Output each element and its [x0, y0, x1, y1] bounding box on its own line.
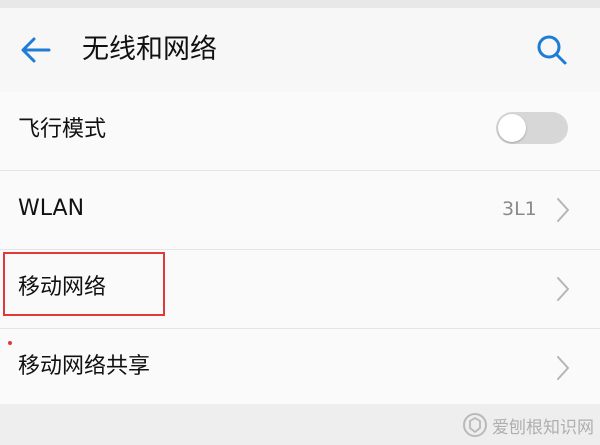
- back-button[interactable]: [16, 30, 56, 70]
- toggle-knob: [498, 114, 526, 142]
- search-button[interactable]: [532, 30, 572, 70]
- chevron-right-icon: [557, 277, 569, 301]
- watermark: 爱刨根知识网: [462, 410, 596, 440]
- airplane-mode-label: 飞行模式: [18, 117, 107, 142]
- arrow-left-icon: [21, 37, 51, 63]
- wlan-network-name: 3L1: [502, 198, 537, 220]
- airplane-mode-toggle[interactable]: [496, 112, 568, 144]
- chevron-right-icon: [557, 198, 569, 222]
- chevron-right-icon: [557, 356, 569, 380]
- search-icon: [537, 35, 567, 65]
- mobile-network-label: 移动网络: [18, 275, 107, 300]
- page-title: 无线和网络: [82, 34, 217, 65]
- tethering-row[interactable]: 移动网络共享: [0, 328, 600, 407]
- mobile-network-row[interactable]: 移动网络: [0, 249, 600, 328]
- wlan-row[interactable]: WLAN 3L1: [0, 170, 600, 249]
- status-bar-strip: [0, 0, 600, 8]
- wlan-label: WLAN: [18, 196, 85, 221]
- watermark-logo-icon: [463, 413, 487, 437]
- settings-list: 飞行模式 WLAN 3L1 移动网络 移动网络共享: [0, 92, 600, 407]
- tethering-label: 移动网络共享: [18, 354, 151, 379]
- annotation-dot: [8, 341, 12, 345]
- app-header: 无线和网络: [0, 8, 600, 92]
- airplane-mode-row[interactable]: 飞行模式: [0, 92, 600, 170]
- watermark-text: 爱刨根知识网: [492, 417, 594, 437]
